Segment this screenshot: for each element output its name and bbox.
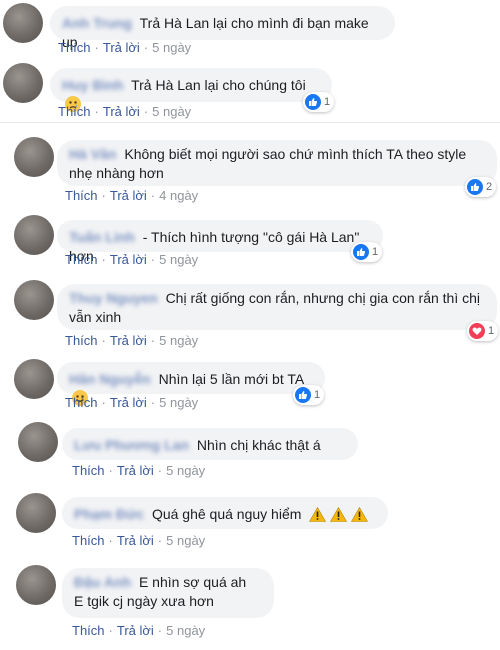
warning-icon bbox=[330, 506, 348, 527]
comment-bubble: Hân Nguyễn Nhìn lại 5 lần mới bt TA bbox=[57, 362, 325, 406]
like-link[interactable]: Thích bbox=[72, 533, 105, 548]
like-link[interactable]: Thích bbox=[58, 104, 91, 119]
comment-text: Không biết mọi người sao chứ mình thích … bbox=[69, 146, 467, 181]
reply-link[interactable]: Trả lời bbox=[110, 188, 147, 203]
comment-text: Trả Hà Lan lại cho chúng tôi bbox=[131, 77, 306, 93]
comment-text: E nhìn sợ quá ah bbox=[138, 574, 247, 590]
comment-actions: Thích · Trả lời · 5 ngày bbox=[65, 333, 199, 348]
like-reaction-icon bbox=[295, 387, 311, 403]
timestamp[interactable]: 5 ngày bbox=[152, 40, 191, 55]
avatar[interactable] bbox=[16, 565, 56, 605]
reaction-count[interactable]: 1 bbox=[303, 92, 335, 112]
comment-text-line-2: E tgik cj ngày xưa hơn bbox=[74, 593, 214, 609]
avatar[interactable] bbox=[14, 215, 54, 255]
comment-text: Nhìn chị khác thật á bbox=[196, 437, 321, 453]
comment-actions: Thích · Trả lời · 5 ngày bbox=[58, 40, 192, 55]
comment-actions: Thích · Trả lời · 5 ngày bbox=[65, 395, 199, 410]
timestamp[interactable]: 5 ngày bbox=[159, 395, 198, 410]
heart-reaction-icon bbox=[469, 323, 485, 339]
like-link[interactable]: Thích bbox=[65, 188, 98, 203]
avatar[interactable] bbox=[14, 359, 54, 399]
comment-bubble: Anh Trung Trả Hà Lan lại cho mình đi bạn… bbox=[50, 6, 395, 50]
comment-actions: Thích · Trả lời · 4 ngày bbox=[65, 188, 199, 203]
author-name[interactable]: Thuy Nguyen bbox=[69, 289, 158, 308]
warning-icon bbox=[351, 506, 369, 527]
comment-bubble: Huy Bình Trả Hà Lan lại cho chúng tôi bbox=[50, 68, 332, 112]
avatar[interactable] bbox=[3, 3, 43, 43]
comment-bubble: Hà Vân Không biết mọi người sao chứ mình… bbox=[57, 140, 497, 186]
author-name[interactable]: Hà Vân bbox=[69, 145, 116, 164]
comment-bubble: Lưu Phương Lan Nhìn chị khác thật á bbox=[62, 428, 358, 460]
comment-actions: Thích · Trả lời · 5 ngày bbox=[72, 623, 206, 638]
reply-link[interactable]: Trả lời bbox=[117, 623, 154, 638]
thread-divider bbox=[0, 122, 500, 123]
timestamp[interactable]: 5 ngày bbox=[166, 533, 205, 548]
reply-link[interactable]: Trả lời bbox=[117, 533, 154, 548]
like-link[interactable]: Thích bbox=[72, 463, 105, 478]
like-link[interactable]: Thích bbox=[58, 40, 91, 55]
like-reaction-icon bbox=[305, 94, 321, 110]
reply-link[interactable]: Trả lời bbox=[110, 252, 147, 267]
timestamp[interactable]: 5 ngày bbox=[159, 333, 198, 348]
reply-link[interactable]: Trả lời bbox=[103, 104, 140, 119]
comment-bubble: Tuấn Linh - Thích hình tượng "cô gái Hà … bbox=[57, 220, 383, 264]
reply-link[interactable]: Trả lời bbox=[117, 463, 154, 478]
reply-link[interactable]: Trả lời bbox=[110, 395, 147, 410]
comment-bubble: Phạm Đức Quá ghê quá nguy hiểm bbox=[62, 497, 388, 529]
comment-bubble: Thuy Nguyen Chị rất giống con rắn, nhưng… bbox=[57, 284, 497, 330]
warning-icon bbox=[309, 506, 327, 527]
author-name[interactable]: Anh Trung bbox=[62, 14, 132, 33]
comment-actions: Thích · Trả lời · 5 ngày bbox=[58, 104, 192, 119]
comment-text: Nhìn lại 5 lần mới bt TA bbox=[158, 371, 304, 387]
comment-actions: Thích · Trả lời · 5 ngày bbox=[72, 533, 206, 548]
reply-link[interactable]: Trả lời bbox=[103, 40, 140, 55]
author-name[interactable]: Đậu Anh bbox=[74, 573, 131, 592]
reaction-count[interactable]: 1 bbox=[293, 385, 325, 405]
comment-text: Quá ghê quá nguy hiểm bbox=[151, 506, 302, 522]
reply-link[interactable]: Trả lời bbox=[110, 333, 147, 348]
author-name[interactable]: Hân Nguyễn bbox=[69, 370, 151, 389]
author-name[interactable]: Tuấn Linh bbox=[69, 228, 135, 247]
reaction-count[interactable]: 2 bbox=[465, 177, 497, 197]
reaction-count[interactable]: 1 bbox=[351, 242, 383, 262]
comment-bubble: Đậu Anh E nhìn sợ quá ah E tgik cj ngày … bbox=[62, 568, 274, 618]
avatar[interactable] bbox=[14, 137, 54, 177]
comment-actions: Thích · Trả lời · 5 ngày bbox=[72, 463, 206, 478]
avatar[interactable] bbox=[14, 280, 54, 320]
author-name[interactable]: Huy Bình bbox=[62, 76, 123, 95]
timestamp[interactable]: 5 ngày bbox=[166, 623, 205, 638]
like-reaction-icon bbox=[467, 179, 483, 195]
timestamp[interactable]: 5 ngày bbox=[159, 252, 198, 267]
timestamp[interactable]: 4 ngày bbox=[159, 188, 198, 203]
like-link[interactable]: Thích bbox=[65, 252, 98, 267]
like-link[interactable]: Thích bbox=[72, 623, 105, 638]
avatar[interactable] bbox=[3, 63, 43, 103]
like-reaction-icon bbox=[353, 244, 369, 260]
like-link[interactable]: Thích bbox=[65, 333, 98, 348]
comment-actions: Thích · Trả lời · 5 ngày bbox=[65, 252, 199, 267]
timestamp[interactable]: 5 ngày bbox=[152, 104, 191, 119]
avatar[interactable] bbox=[18, 422, 58, 462]
author-name[interactable]: Lưu Phương Lan bbox=[74, 436, 189, 455]
reaction-count[interactable]: 1 bbox=[467, 321, 499, 341]
timestamp[interactable]: 5 ngày bbox=[166, 463, 205, 478]
author-name[interactable]: Phạm Đức bbox=[74, 505, 144, 524]
avatar[interactable] bbox=[16, 493, 56, 533]
like-link[interactable]: Thích bbox=[65, 395, 98, 410]
